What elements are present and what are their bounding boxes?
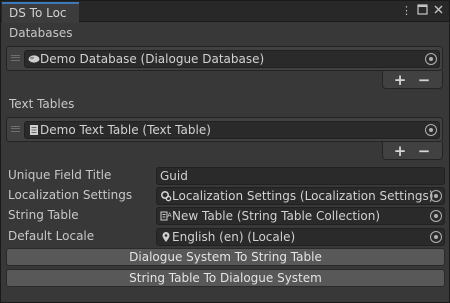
add-text-table-button[interactable]: + xyxy=(390,142,410,160)
localization-settings-value: Localization Settings (Localization Sett… xyxy=(172,189,434,203)
text-tables-add-remove: + − xyxy=(382,142,443,160)
drag-handle-icon[interactable] xyxy=(11,126,20,132)
databases-list: Demo Database (Dialogue Database) xyxy=(6,46,443,71)
kebab-menu-icon[interactable]: ⋮ xyxy=(400,4,413,17)
text-table-field[interactable]: Demo Text Table (Text Table) xyxy=(24,121,440,139)
string-table-field[interactable]: A New Table (String Table Collection) xyxy=(156,207,445,225)
tab-ds-to-loc[interactable]: DS To Loc xyxy=(2,2,79,23)
localization-settings-icon xyxy=(160,190,172,202)
string-table-icon: A xyxy=(160,210,173,222)
locale-pin-icon xyxy=(160,231,172,243)
object-picker-icon[interactable] xyxy=(430,190,442,202)
maximize-icon[interactable] xyxy=(416,4,429,17)
string-table-label: String Table xyxy=(8,208,79,222)
text-table-item-label: Demo Text Table (Text Table) xyxy=(40,123,211,137)
databases-header: Databases xyxy=(9,26,73,40)
ds-to-loc-window: DS To Loc ⋮ Databases Demo Database (Dia… xyxy=(0,0,450,303)
databases-add-remove: + − xyxy=(382,71,443,89)
string-table-value: New Table (String Table Collection) xyxy=(172,209,381,223)
tab-bar: DS To Loc ⋮ xyxy=(1,1,449,23)
drag-handle-icon[interactable] xyxy=(11,55,20,61)
unique-field-title-label: Unique Field Title xyxy=(8,168,112,182)
localization-settings-label: Localization Settings xyxy=(8,188,133,202)
unique-field-title-input[interactable]: Guid xyxy=(156,167,445,185)
remove-text-table-button[interactable]: − xyxy=(414,142,434,160)
string-table-to-dialogue-system-button[interactable]: String Table To Dialogue System xyxy=(6,269,445,287)
close-icon[interactable] xyxy=(432,4,445,17)
default-locale-label: Default Locale xyxy=(8,229,95,243)
text-table-icon xyxy=(28,124,40,136)
add-database-button[interactable]: + xyxy=(390,71,410,89)
database-icon xyxy=(28,53,40,65)
database-item-label: Demo Database (Dialogue Database) xyxy=(40,52,265,66)
remove-database-button[interactable]: − xyxy=(414,71,434,89)
default-locale-field[interactable]: English (en) (Locale) xyxy=(156,228,445,246)
database-field[interactable]: Demo Database (Dialogue Database) xyxy=(24,50,440,68)
object-picker-icon[interactable] xyxy=(430,231,442,243)
dialogue-system-to-string-table-button[interactable]: Dialogue System To String Table xyxy=(6,248,445,266)
localization-settings-field[interactable]: Localization Settings (Localization Sett… xyxy=(156,187,445,205)
object-picker-icon[interactable] xyxy=(430,210,442,222)
object-picker-icon[interactable] xyxy=(425,124,437,136)
text-tables-header: Text Tables xyxy=(9,97,75,111)
object-picker-icon[interactable] xyxy=(425,53,437,65)
default-locale-value: English (en) (Locale) xyxy=(172,230,296,244)
text-tables-list: Demo Text Table (Text Table) xyxy=(6,117,443,142)
